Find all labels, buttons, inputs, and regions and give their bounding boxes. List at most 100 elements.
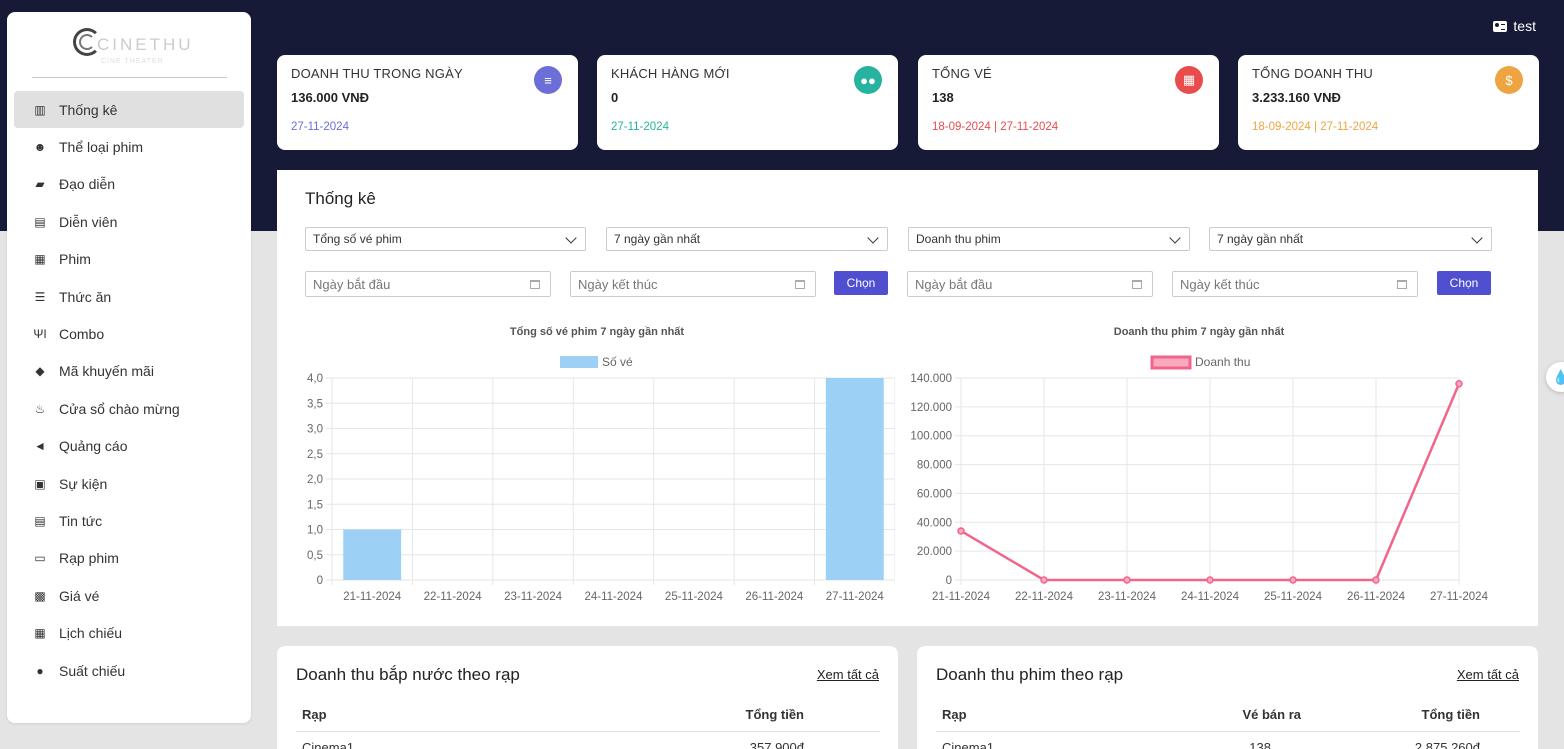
y-tick-label: 120.000: [910, 402, 952, 414]
sidebar-item[interactable]: ♨ Cửa sổ chào mừng: [14, 390, 244, 427]
sidebar-item-label: Cửa sổ chào mừng: [59, 400, 180, 417]
table-row: Cinema1 357.900đ: [296, 731, 880, 749]
snack-view-all-link[interactable]: Xem tất cả: [817, 667, 879, 682]
right-metric-select[interactable]: Doanh thu phim: [908, 227, 1190, 251]
user-name: test: [1513, 18, 1536, 34]
right-range-select[interactable]: 7 ngày gần nhất: [1209, 227, 1492, 251]
sidebar-menu: ▥ Thống kê ☻ Thể loại phim ▰ Đạo diễn ▤ Diễn vi…: [14, 91, 244, 689]
y-tick-label: 0: [317, 575, 323, 587]
legend-label: Số vé: [602, 355, 633, 369]
tickets-bar-chart: Tổng số vé phim 7 ngày gần nhất Số vé 0 0,5…: [295, 315, 896, 615]
card-date: 18-09-2024 | 27-11-2024: [932, 121, 1059, 133]
sidebar-item[interactable]: ☻ Thể loại phim: [14, 128, 244, 165]
id-card-icon: ▤: [34, 214, 46, 229]
sidebar-item-label: Mã khuyến mãi: [59, 363, 154, 380]
y-tick-label: 40.000: [917, 517, 952, 529]
droplet-icon: 💧: [1552, 368, 1564, 385]
placeholder-text: Ngày bắt đầu: [313, 277, 391, 292]
brand-logo[interactable]: CINETHU CINE THEATER: [73, 28, 203, 72]
users-icon: ●●: [854, 66, 882, 94]
chart-title: Tổng số vé phim 7 ngày gần nhất: [510, 326, 685, 338]
x-tick-label: 26-11-2024: [1347, 591, 1406, 603]
column-header: Rạp: [936, 701, 1201, 732]
left-range-select[interactable]: 7 ngày gần nhất: [606, 227, 888, 251]
left-start-date-input[interactable]: Ngày bắt đầu: [305, 271, 551, 297]
sidebar-item[interactable]: ● Suất chiếu: [14, 652, 244, 689]
tag-icon: ◆: [35, 364, 45, 379]
bar: [825, 378, 884, 580]
left-choose-button[interactable]: Chọn: [834, 271, 888, 295]
y-tick-label: 1,5: [307, 499, 323, 511]
card-date: 27-11-2024: [611, 121, 669, 133]
data-point: [1206, 576, 1214, 584]
sidebar-item[interactable]: ▦ Lịch chiếu: [14, 614, 244, 651]
sidebar-item[interactable]: ◄ Quảng cáo: [14, 428, 244, 465]
sidebar-item[interactable]: ▩ Giá vé: [14, 577, 244, 614]
sidebar-item[interactable]: ◆ Mã khuyến mãi: [14, 353, 244, 390]
sidebar-item-label: Tin tức: [59, 512, 103, 529]
x-tick-label: 23-11-2024: [504, 591, 563, 603]
left-end-date-input[interactable]: Ngày kết thúc: [570, 271, 816, 297]
sidebar-item[interactable]: ▥ Thống kê: [14, 91, 244, 129]
y-tick-label: 2,0: [307, 474, 323, 486]
sidebar-item[interactable]: ▤ Diễn viên: [14, 203, 244, 240]
snack-revenue-table: Rạp Tổng tiền Cinema1 357.900đ: [296, 701, 880, 749]
brand-tagline: CINE THEATER: [101, 58, 164, 65]
summary-card: DOANH THU TRONG NGÀY 136.000 VNĐ 27-11-202…: [277, 55, 578, 150]
y-tick-label: 3,5: [307, 398, 323, 410]
data-point: [1040, 576, 1048, 584]
y-tick-label: 60.000: [917, 488, 952, 500]
calendar-icon: ▦: [34, 626, 46, 641]
sidebar-item[interactable]: ▤ Tin tức: [14, 502, 244, 539]
y-tick-label: 1,0: [307, 525, 323, 537]
x-tick-label: 23-11-2024: [1098, 591, 1157, 603]
burger-icon: ☰: [34, 289, 46, 304]
sidebar-item-label: Sự kiện: [59, 475, 108, 492]
data-point: [1372, 576, 1380, 584]
sidebar-item[interactable]: ΨΙ Combo: [14, 315, 244, 352]
sidebar-item[interactable]: ▭ Rạp phim: [14, 540, 244, 577]
id-card-icon: [1493, 20, 1508, 32]
card-value: 0: [611, 90, 619, 105]
legend-swatch: [560, 356, 598, 368]
data-point: [1123, 576, 1131, 584]
placeholder-text: Ngày kết thúc: [1180, 277, 1260, 292]
sidebar-item[interactable]: ▦ Phim: [14, 241, 244, 278]
card-value: 138: [932, 90, 954, 105]
snack-revenue-title: Doanh thu bắp nước theo rạp: [296, 665, 520, 684]
calendar-icon: [795, 280, 805, 289]
floating-helper-button[interactable]: 💧: [1546, 362, 1564, 392]
right-choose-button[interactable]: Chọn: [1437, 271, 1491, 295]
calendar-icon: [530, 280, 540, 289]
card-title: DOANH THU TRONG NGÀY: [291, 66, 463, 81]
revenue-line-chart: Doanh thu phim 7 ngày gần nhất Doanh thu 0…: [897, 315, 1527, 615]
summary-card: TỔNG VÉ 138 18-09-2024 | 27-11-2024 ▦: [918, 55, 1219, 150]
sidebar: CINETHU CINE THEATER ▥ Thống kê ☻ Thể loại …: [7, 12, 251, 723]
sidebar-item-label: Diễn viên: [59, 213, 118, 230]
right-range-value: 7 ngày gần nhất: [1217, 232, 1304, 246]
x-tick-label: 24-11-2024: [1181, 591, 1240, 603]
money-bag-icon: $: [1495, 66, 1523, 94]
bar: [343, 529, 402, 580]
sidebar-item-label: Suất chiếu: [59, 662, 126, 679]
right-end-date-input[interactable]: Ngày kết thúc: [1172, 271, 1418, 297]
table-cell: Cinema1: [302, 739, 355, 749]
sidebar-item[interactable]: ▣ Sự kiện: [14, 465, 244, 502]
sidebar-item-label: Thức ăn: [59, 288, 112, 305]
clapperboard-icon: ▰: [35, 177, 45, 192]
snack-revenue-card: Doanh thu bắp nước theo rạp Xem tất cả R…: [277, 646, 898, 749]
chart-title: Doanh thu phim 7 ngày gần nhất: [1114, 326, 1285, 338]
sidebar-item-label: Quảng cáo: [59, 438, 128, 455]
sidebar-item[interactable]: ▰ Đạo diễn: [14, 166, 244, 203]
revenue-line-chart-svg: Doanh thu phim 7 ngày gần nhất Doanh thu 0…: [910, 326, 1488, 603]
user-menu[interactable]: test: [1493, 18, 1536, 34]
logo-mark-inner: [79, 34, 95, 50]
right-start-date-input[interactable]: Ngày bắt đầu: [907, 271, 1153, 297]
coins-icon: ≡: [534, 66, 562, 94]
right-metric-value: Doanh thu phim: [916, 232, 1001, 246]
left-metric-select[interactable]: Tổng số vé phim: [305, 227, 586, 251]
movie-view-all-link[interactable]: Xem tất cả: [1457, 667, 1519, 682]
placeholder-text: Ngày kết thúc: [578, 277, 658, 292]
sidebar-item[interactable]: ☰ Thức ăn: [14, 278, 244, 315]
card-value: 136.000 VNĐ: [291, 90, 370, 105]
